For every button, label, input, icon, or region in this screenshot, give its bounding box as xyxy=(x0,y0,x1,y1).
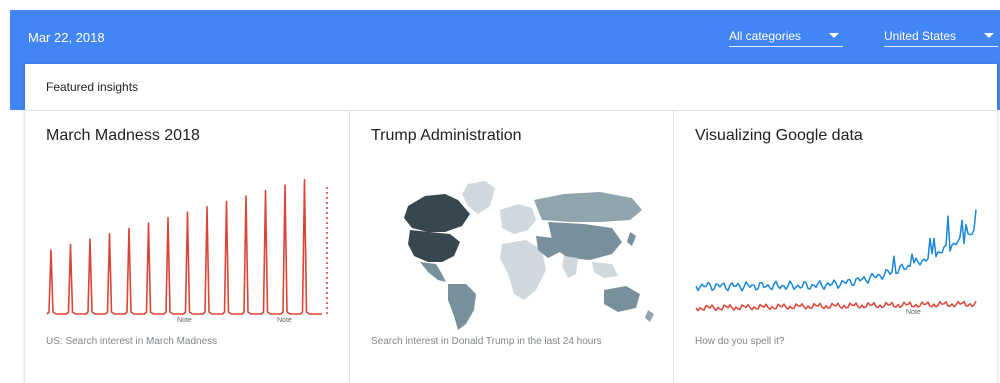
card-caption: Search interest in Donald Trump in the l… xyxy=(371,336,602,347)
note-annotation: Note xyxy=(277,317,292,324)
map-region-mexico xyxy=(420,262,446,282)
map-region-new-zealand xyxy=(645,310,654,322)
map-region-usa xyxy=(408,230,460,262)
insight-card-march-madness[interactable]: March Madness 2018 Note Note US: Search … xyxy=(25,111,348,383)
chevron-down-icon xyxy=(984,33,994,38)
march-madness-chart: Note Note xyxy=(46,179,328,324)
insight-card-visualizing-google-data[interactable]: Visualizing Google data Note How do you … xyxy=(673,111,997,383)
section-title: Featured insights xyxy=(46,80,139,94)
map-region-india xyxy=(562,256,578,278)
date-label: Mar 22, 2018 xyxy=(28,30,105,45)
red-series-line xyxy=(695,300,977,312)
map-region-europe xyxy=(500,204,536,234)
map-region-canada xyxy=(404,194,470,232)
card-title: Visualizing Google data xyxy=(695,127,863,144)
map-region-south-america xyxy=(448,284,476,330)
blue-series-line xyxy=(695,209,977,292)
note-annotation: Note xyxy=(906,309,921,316)
insight-card-trump-administration[interactable]: Trump Administration Search interest in … xyxy=(349,111,673,383)
category-dropdown-label: All categories xyxy=(729,28,802,43)
spelling-trend-chart: Note xyxy=(695,209,977,316)
map-region-russia xyxy=(534,192,642,222)
note-annotation: Note xyxy=(177,317,192,324)
card-title: March Madness 2018 xyxy=(46,127,200,144)
map-region-asia xyxy=(548,222,622,260)
chevron-down-icon xyxy=(829,33,839,38)
geo-dropdown-label: United States xyxy=(884,28,957,43)
card-title: Trump Administration xyxy=(371,127,522,144)
map-region-japan xyxy=(627,232,636,246)
geo-dropdown[interactable]: United States xyxy=(884,27,998,47)
world-map xyxy=(404,181,654,330)
featured-insights-panel: Featured insights March Madness 2018 Not… xyxy=(25,64,997,383)
card-caption: US: Search interest in March Madness xyxy=(46,336,218,347)
category-dropdown[interactable]: All categories xyxy=(729,27,843,47)
map-region-greenland xyxy=(462,181,495,214)
map-region-southeast-asia xyxy=(592,262,618,278)
card-caption: How do you spell it? xyxy=(695,336,785,347)
map-region-australia xyxy=(604,286,640,312)
